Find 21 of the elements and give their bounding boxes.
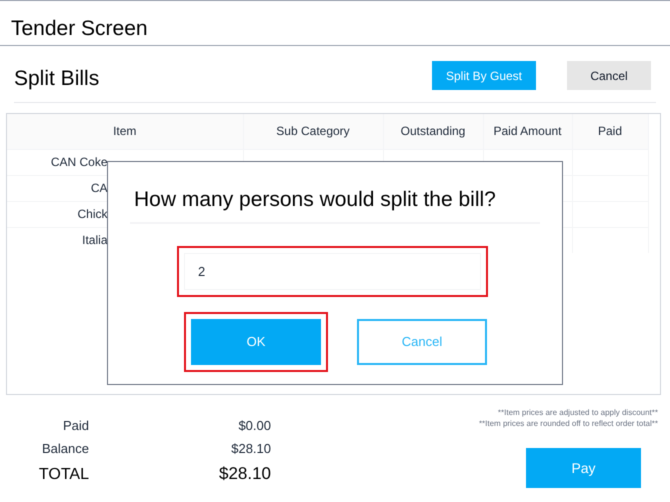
window-title: Tender Screen bbox=[11, 16, 148, 42]
pay-button[interactable]: Pay bbox=[526, 448, 641, 488]
column-header: Sub Category bbox=[243, 114, 383, 149]
cancel-button[interactable]: Cancel bbox=[357, 318, 487, 364]
cancel-button[interactable]: Cancel bbox=[567, 61, 651, 90]
summary-label: Balance bbox=[41, 440, 89, 458]
note-text: **Item prices are rounded off to reflect order total** bbox=[478, 418, 658, 429]
ok-button[interactable]: OK bbox=[191, 318, 321, 364]
column-header: Outstanding bbox=[383, 114, 483, 149]
summary-value: $28.10 bbox=[230, 440, 271, 458]
summary-label: Paid bbox=[62, 417, 89, 435]
input-field[interactable]: 2 bbox=[184, 252, 481, 290]
split-by-guest-button[interactable]: Split By Guest bbox=[432, 61, 536, 90]
column-header: Paid bbox=[572, 114, 648, 149]
column-header: Item bbox=[7, 114, 243, 149]
summary-value: $28.10 bbox=[218, 463, 271, 485]
page-title: Split Bills bbox=[14, 66, 100, 92]
column-header: Paid Amount bbox=[483, 114, 572, 149]
note-text: **Item prices are adjusted to apply discount** bbox=[498, 407, 658, 418]
summary-label: TOTAL bbox=[38, 465, 89, 485]
summary-value: $0.00 bbox=[237, 417, 271, 435]
